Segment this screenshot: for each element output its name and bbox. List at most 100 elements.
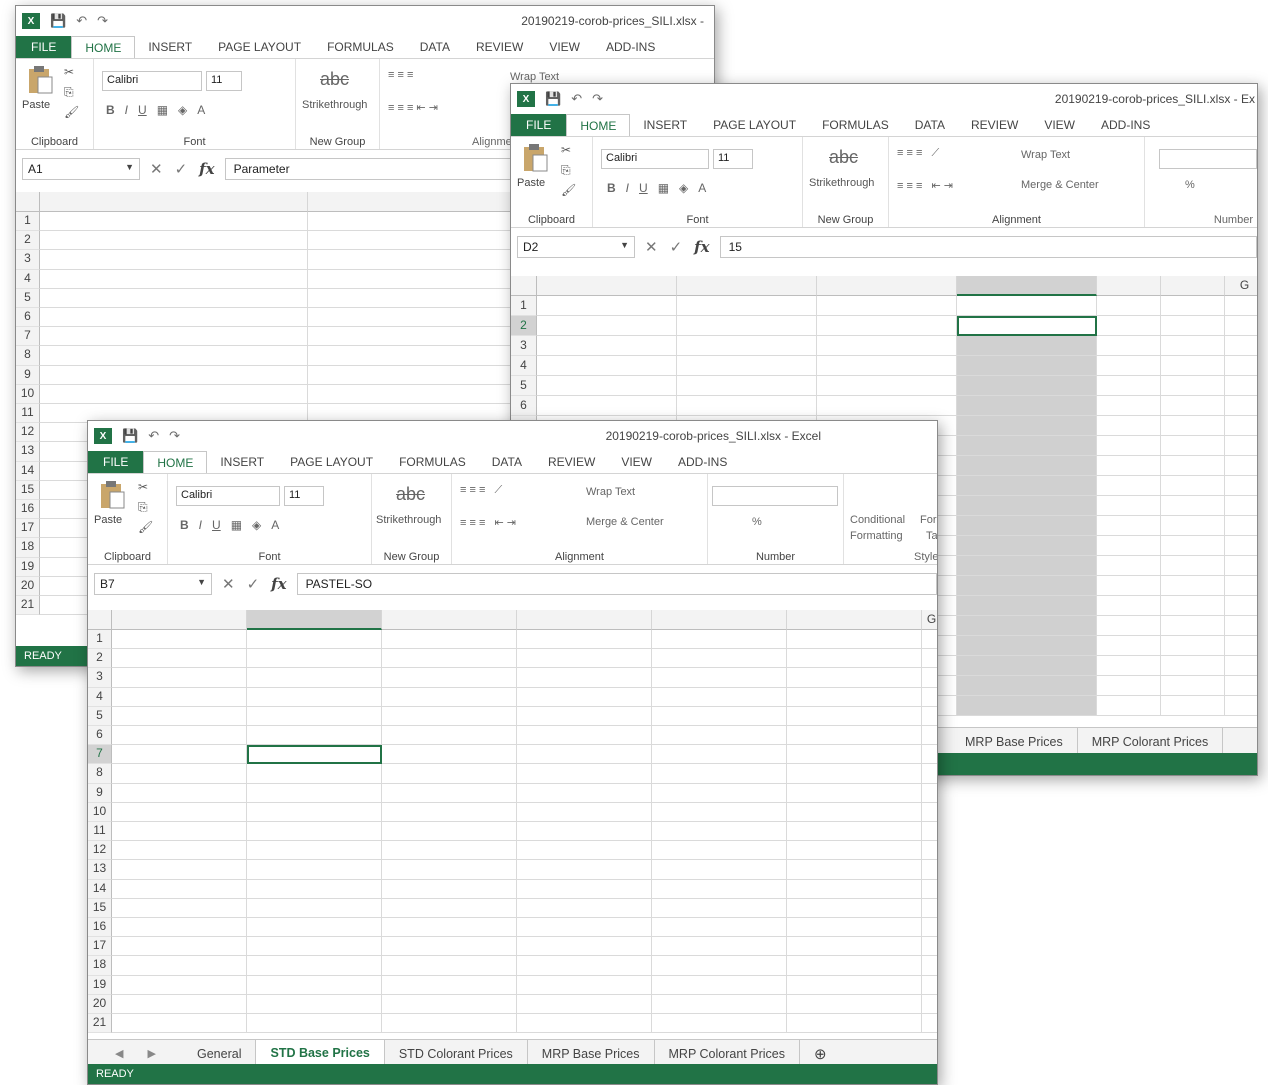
table-cell[interactable] [247, 994, 382, 1014]
add-sheet-icon[interactable]: ⊕ [800, 1040, 841, 1067]
tab-review[interactable]: REVIEW [958, 114, 1031, 136]
empty-cell[interactable] [1097, 456, 1161, 476]
table-cell[interactable] [112, 783, 247, 803]
table-cell[interactable] [517, 764, 652, 784]
table-cell[interactable] [652, 898, 787, 918]
table-cell[interactable] [652, 687, 787, 707]
table-cell[interactable] [652, 975, 787, 995]
strikethrough-icon[interactable]: abc [320, 69, 349, 90]
table-cell[interactable] [382, 937, 517, 957]
conditional-formatting-button[interactable]: Conditional [850, 514, 905, 526]
sheet-tab-mrp-base[interactable]: MRP Base Prices [528, 1040, 655, 1067]
table-cell[interactable] [112, 706, 247, 726]
format-painter-icon[interactable]: 🖌 [64, 105, 79, 119]
row-header[interactable]: 9 [88, 783, 112, 803]
table-cell[interactable] [677, 336, 817, 356]
table-cell[interactable] [957, 576, 1097, 596]
table-cell[interactable] [817, 316, 957, 336]
table-cell[interactable] [817, 336, 957, 356]
empty-cell[interactable] [1161, 676, 1225, 696]
empty-cell[interactable] [1161, 316, 1225, 336]
empty-cell[interactable] [1225, 556, 1257, 576]
empty-cell[interactable] [1097, 596, 1161, 616]
table-cell[interactable] [112, 687, 247, 707]
table-cell[interactable] [652, 668, 787, 688]
table-cell[interactable] [677, 376, 817, 396]
table-cell[interactable] [652, 745, 787, 765]
empty-cell[interactable] [922, 803, 937, 822]
empty-cell[interactable] [1225, 476, 1257, 496]
tab-view[interactable]: VIEW [536, 36, 593, 58]
table-cell[interactable] [517, 898, 652, 918]
empty-cell[interactable] [1225, 456, 1257, 476]
empty-cell[interactable] [1161, 436, 1225, 456]
table-cell[interactable] [40, 327, 308, 347]
empty-cell[interactable] [1097, 436, 1161, 456]
table-cell[interactable] [382, 687, 517, 707]
paste-icon[interactable] [521, 143, 549, 173]
table-cell[interactable] [652, 879, 787, 899]
align-left-icon[interactable]: ≡ ≡ ≡ ⇤ ⇥ [460, 516, 516, 529]
table-cell[interactable] [957, 396, 1097, 416]
empty-cell[interactable] [1097, 636, 1161, 656]
copy-icon[interactable]: ⎘ [561, 163, 571, 178]
table-cell[interactable] [40, 365, 308, 385]
sheet-tab-general[interactable]: General [183, 1040, 257, 1067]
italic-button[interactable]: I [626, 181, 629, 195]
table-cell[interactable] [517, 994, 652, 1014]
formula-input[interactable]: PASTEL-SO [296, 573, 937, 595]
table-cell[interactable] [957, 336, 1097, 356]
table-cell[interactable] [517, 783, 652, 803]
table-cell[interactable] [382, 822, 517, 842]
table-cell[interactable] [957, 516, 1097, 536]
table-cell[interactable] [957, 596, 1097, 616]
format-table-button[interactable]: For [920, 514, 937, 526]
empty-cell[interactable] [1225, 616, 1257, 636]
table-cell[interactable] [112, 1014, 247, 1034]
tab-page-layout[interactable]: PAGE LAYOUT [700, 114, 809, 136]
table-cell[interactable] [247, 956, 382, 976]
cut-icon[interactable]: ✂ [64, 65, 74, 79]
empty-cell[interactable] [1097, 696, 1161, 716]
tab-formulas[interactable]: FORMULAS [386, 451, 479, 473]
empty-cell[interactable] [922, 860, 937, 880]
row-header[interactable]: 21 [88, 1014, 112, 1034]
row-header[interactable]: 12 [16, 423, 40, 443]
empty-cell[interactable] [787, 668, 922, 688]
table-cell[interactable] [957, 476, 1097, 496]
tab-review[interactable]: REVIEW [535, 451, 608, 473]
row-header[interactable]: 6 [16, 308, 40, 328]
column-header-c[interactable] [817, 276, 957, 296]
enter-icon[interactable]: ✓ [670, 238, 683, 256]
table-cell[interactable] [652, 841, 787, 861]
table-cell[interactable] [652, 783, 787, 803]
column-header-f[interactable] [1161, 276, 1225, 296]
save-icon[interactable]: 💾 [545, 91, 561, 107]
column-header-b[interactable] [247, 610, 382, 630]
empty-cell[interactable] [1225, 416, 1257, 436]
table-cell[interactable] [112, 726, 247, 746]
empty-cell[interactable] [922, 688, 937, 707]
row-header[interactable]: 14 [16, 461, 40, 481]
table-cell[interactable] [112, 764, 247, 784]
align-left-icon[interactable]: ≡ ≡ ≡ ⇤ ⇥ [388, 101, 438, 114]
tab-file[interactable]: FILE [16, 36, 72, 58]
table-cell[interactable] [957, 536, 1097, 556]
row-header[interactable]: 12 [88, 841, 112, 861]
table-cell[interactable] [112, 937, 247, 957]
empty-cell[interactable] [1225, 636, 1257, 656]
border-icon[interactable]: ▦ [157, 103, 168, 117]
table-cell[interactable] [652, 822, 787, 842]
row-header[interactable]: 20 [88, 994, 112, 1014]
table-cell[interactable] [537, 376, 677, 396]
font-color-icon[interactable]: A [271, 518, 279, 532]
table-cell[interactable] [677, 296, 817, 316]
empty-cell[interactable] [787, 918, 922, 938]
table-cell[interactable] [817, 376, 957, 396]
cancel-icon[interactable]: ✕ [222, 575, 235, 593]
empty-cell[interactable] [1097, 476, 1161, 496]
row-header[interactable]: 2 [511, 316, 537, 336]
enter-icon[interactable]: ✓ [247, 575, 260, 593]
column-header-b[interactable] [677, 276, 817, 296]
empty-cell[interactable] [1161, 556, 1225, 576]
